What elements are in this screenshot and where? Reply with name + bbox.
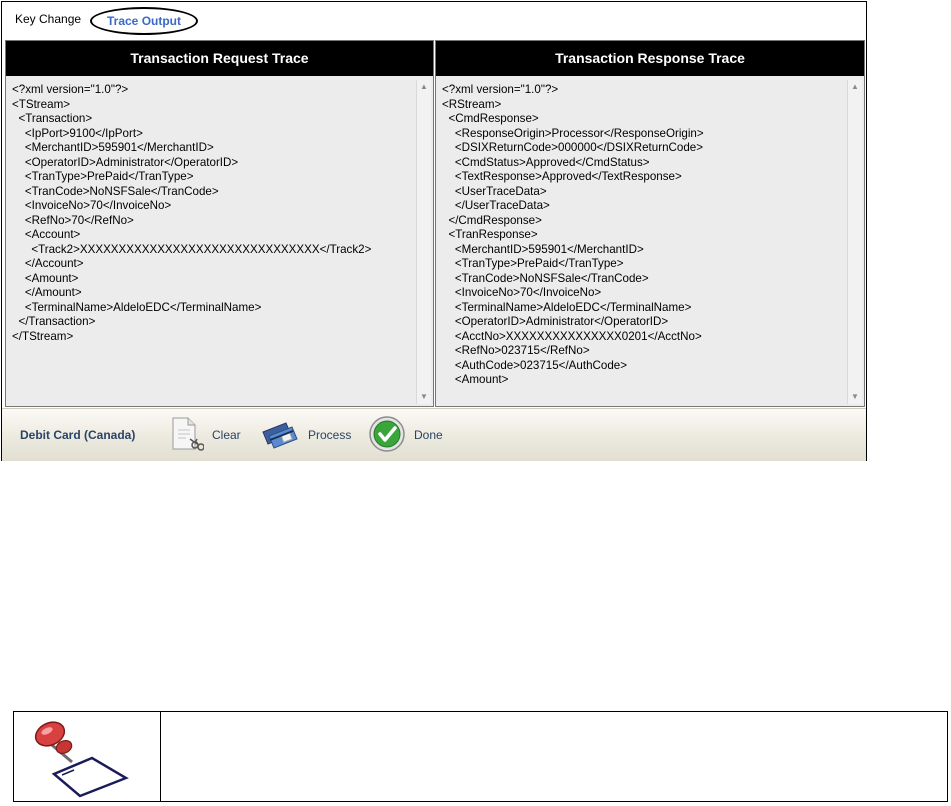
clear-button-label: Clear xyxy=(212,428,241,442)
response-trace-line: <ResponseOrigin>Processor</ResponseOrigi… xyxy=(442,126,704,140)
request-trace-line: <Transaction> xyxy=(12,112,93,125)
request-trace-line: <TerminalName>AldeloEDC</TerminalName> xyxy=(12,300,262,314)
request-trace-title: Transaction Request Trace xyxy=(6,41,433,76)
response-trace-title: Transaction Response Trace xyxy=(436,41,864,76)
tab-trace-output[interactable]: Trace Output xyxy=(90,7,199,35)
request-trace-line: <Amount> xyxy=(12,271,79,285)
response-trace-line: <CmdResponse> xyxy=(442,112,539,125)
tab-bar: Key Change Trace Output xyxy=(2,2,866,38)
credit-card-icon xyxy=(260,418,300,453)
checkmark-icon xyxy=(368,415,406,456)
trace-window: Key Change Trace Output Transaction Requ… xyxy=(1,1,867,461)
request-trace-body: <?xml version="1.0"?> <TStream> <Transac… xyxy=(6,76,433,406)
footer-toolbar: Debit Card (Canada) Clear Process Done xyxy=(2,408,866,461)
response-trace-line: </UserTraceData> xyxy=(442,199,550,212)
response-trace-line: <AuthCode>023715</AuthCode> xyxy=(442,358,628,372)
pushpin-note-icon xyxy=(34,721,129,798)
request-trace-line: </Account> xyxy=(12,257,84,270)
request-trace-line: <IpPort>9100</IpPort> xyxy=(12,126,143,140)
process-button[interactable]: Process xyxy=(260,409,351,461)
response-trace-pane: Transaction Response Trace <?xml version… xyxy=(435,40,865,407)
clear-button[interactable]: Clear xyxy=(168,409,241,461)
request-trace-line: <InvoiceNo>70</InvoiceNo> xyxy=(12,199,172,212)
scroll-up-arrow-icon[interactable]: ▲ xyxy=(417,80,431,94)
response-trace-line: <OperatorID>Administrator</OperatorID> xyxy=(442,315,669,328)
response-trace-line: <RefNo>023715</RefNo> xyxy=(442,344,590,357)
request-trace-pane: Transaction Request Trace <?xml version=… xyxy=(5,40,434,407)
request-trace-line: <OperatorID>Administrator</OperatorID> xyxy=(12,155,239,169)
process-button-label: Process xyxy=(308,428,352,442)
card-type-label: Debit Card (Canada) xyxy=(20,428,136,442)
response-trace-line: <UserTraceData> xyxy=(442,184,547,198)
request-trace-text[interactable]: <?xml version="1.0"?> <TStream> <Transac… xyxy=(12,83,415,406)
request-trace-line: <TranCode>NoNSFSale</TranCode> xyxy=(12,184,219,198)
response-trace-line: <AcctNo>XXXXXXXXXXXXXXX0201</AcctNo> xyxy=(442,329,702,343)
response-trace-line: <InvoiceNo>70</InvoiceNo> xyxy=(442,286,602,299)
response-trace-line: <MerchantID>595901</MerchantID> xyxy=(442,242,644,256)
response-trace-scrollbar[interactable]: ▲ ▼ xyxy=(847,80,862,404)
request-trace-line: </Transaction> xyxy=(12,315,96,328)
response-trace-line: <TranResponse> xyxy=(442,228,538,241)
response-trace-line: <TranCode>NoNSFSale</TranCode> xyxy=(442,271,649,285)
done-button[interactable]: Done xyxy=(368,409,443,461)
clear-document-icon xyxy=(168,415,205,456)
response-trace-body: <?xml version="1.0"?> <RStream> <CmdResp… xyxy=(436,76,864,406)
response-trace-line: <TerminalName>AldeloEDC</TerminalName> xyxy=(442,300,692,314)
done-button-label: Done xyxy=(414,428,443,442)
response-trace-line: <CmdStatus>Approved</CmdStatus> xyxy=(442,155,650,169)
response-trace-line: </CmdResponse> xyxy=(442,213,542,227)
response-trace-line: <?xml version="1.0"?> xyxy=(442,83,559,96)
request-trace-line: <TranType>PrePaid</TranType> xyxy=(12,170,194,183)
request-trace-line: </Amount> xyxy=(12,286,82,299)
response-trace-text[interactable]: <?xml version="1.0"?> <RStream> <CmdResp… xyxy=(442,83,846,406)
response-trace-line: <TranType>PrePaid</TranType> xyxy=(442,257,624,270)
response-trace-line: <TextResponse>Approved</TextResponse> xyxy=(442,170,682,183)
response-trace-line: <Amount> xyxy=(442,373,509,386)
request-trace-line: <Account> xyxy=(12,228,81,241)
request-trace-line: </TStream> xyxy=(12,329,74,343)
scroll-up-arrow-icon[interactable]: ▲ xyxy=(848,80,862,94)
note-box xyxy=(13,711,948,802)
request-trace-scrollbar[interactable]: ▲ ▼ xyxy=(416,80,431,404)
request-trace-line: <MerchantID>595901</MerchantID> xyxy=(12,141,214,154)
request-trace-line: <TStream> xyxy=(12,97,70,111)
scroll-down-arrow-icon[interactable]: ▼ xyxy=(848,390,862,404)
scroll-down-arrow-icon[interactable]: ▼ xyxy=(417,390,431,404)
request-trace-line: <?xml version="1.0"?> xyxy=(12,83,129,96)
request-trace-line: <RefNo>70</RefNo> xyxy=(12,213,134,227)
response-trace-line: <DSIXReturnCode>000000</DSIXReturnCode> xyxy=(442,141,704,154)
note-icon-cell xyxy=(14,712,161,801)
tab-key-change[interactable]: Key Change xyxy=(15,2,81,36)
response-trace-line: <RStream> xyxy=(442,97,502,111)
request-trace-line: <Track2>XXXXXXXXXXXXXXXXXXXXXXXXXXXXXXX<… xyxy=(12,242,372,256)
